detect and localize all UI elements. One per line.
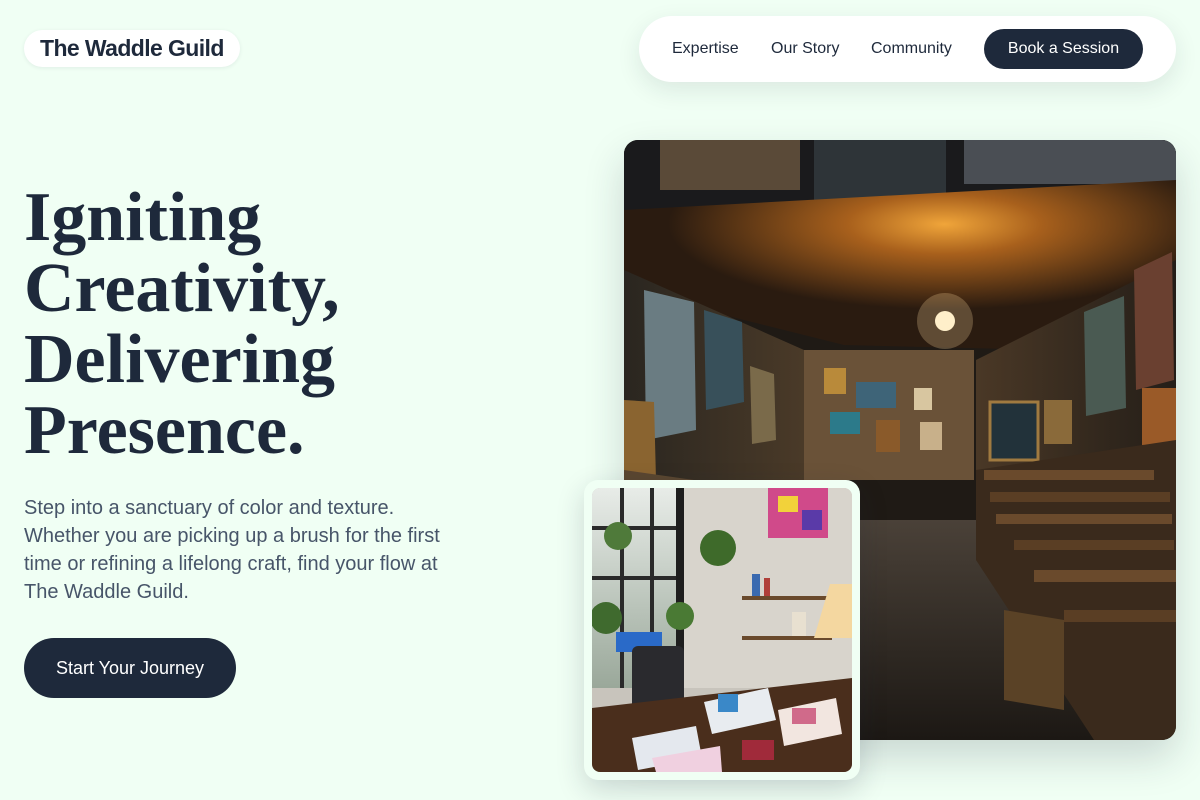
brand-logo[interactable]: The Waddle Guild	[24, 30, 240, 67]
book-session-button[interactable]: Book a Session	[984, 29, 1143, 69]
nav-link-our-story[interactable]: Our Story	[771, 16, 839, 82]
hero-title-line: Delivering	[24, 321, 336, 398]
nav-link-expertise[interactable]: Expertise	[672, 16, 739, 82]
start-journey-button[interactable]: Start Your Journey	[24, 638, 236, 698]
hero-description: Step into a sanctuary of color and textu…	[24, 497, 440, 603]
hero-title-line: Igniting	[24, 179, 262, 256]
studio-photo-frame	[584, 480, 860, 780]
hero-title: Igniting Creativity, Delivering Presence…	[24, 182, 544, 466]
nav-link-community[interactable]: Community	[871, 16, 952, 82]
artist-studio-image	[592, 488, 852, 772]
hero-title-line: Creativity,	[24, 250, 340, 327]
top-navigation: Expertise Our Story Community Book a Ses…	[639, 16, 1176, 82]
hero-title-line: Presence.	[24, 392, 305, 469]
